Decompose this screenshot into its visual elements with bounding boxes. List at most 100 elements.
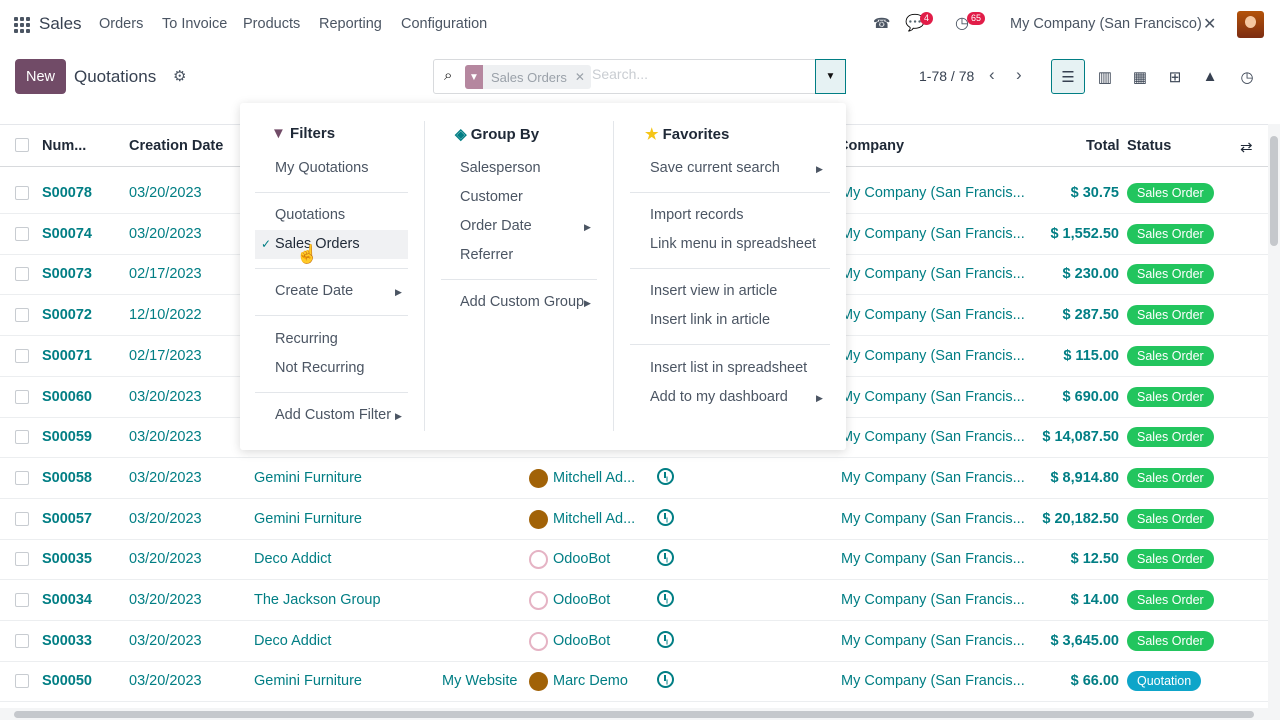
customer-name: Gemini Furniture [254,673,362,690]
group-by-customer[interactable]: Customer [460,189,523,205]
row-checkbox[interactable] [15,267,29,282]
row-checkbox[interactable] [15,186,29,200]
gear-icon[interactable]: ⚙ [173,67,186,85]
insert-link-in-article[interactable]: Insert link in article [650,312,770,328]
calendar-view-icon[interactable]: ▦ [1123,59,1157,94]
previous-page-icon[interactable]: ‹ [989,65,995,85]
phone-icon[interactable]: ☎ [873,15,890,32]
menu-products[interactable]: Products [243,16,300,32]
scrollbar-thumb[interactable] [14,711,1254,718]
new-button[interactable]: New [15,59,66,94]
pager-value[interactable]: 1-78 / 78 [919,68,974,84]
order-number[interactable]: S00078 [42,185,92,201]
status-badge: Sales Order [1127,630,1214,651]
company-name: My Company (San Francis... [841,388,1025,405]
row-checkbox[interactable] [15,552,29,567]
order-number[interactable]: S00050 [42,673,92,689]
group-by-salesperson[interactable]: Salesperson [460,160,541,176]
activity-clock-icon[interactable] [657,671,674,689]
table-row[interactable]: S00034 03/20/2023 The Jackson Group OdooBot… [0,580,1268,621]
apps-grid-icon[interactable] [14,17,30,33]
row-checkbox[interactable] [15,593,29,607]
order-number[interactable]: S00074 [42,226,92,242]
user-avatar[interactable] [1237,11,1264,38]
row-checkbox[interactable] [15,633,29,648]
menu-orders[interactable]: Orders [99,16,143,32]
order-number[interactable]: S00035 [42,551,92,567]
row-checkbox[interactable] [15,430,29,445]
select-all-checkbox[interactable] [15,138,29,152]
order-number[interactable]: S00059 [42,429,92,445]
column-creation-date[interactable]: Creation Date [129,138,223,154]
status-badge: Sales Order [1127,590,1214,610]
activity-clock-icon[interactable] [657,508,674,526]
group-by-order-date[interactable]: Order Date [460,218,532,234]
activity-clock-icon[interactable] [657,590,674,607]
pivot-view-icon[interactable]: ⊞ [1158,59,1192,94]
order-number[interactable]: S00057 [42,511,92,527]
next-page-icon[interactable]: › [1016,65,1022,85]
row-checkbox[interactable] [15,226,29,241]
optional-columns-icon[interactable]: ⇄ [1240,138,1253,156]
toggle-search-panel-button[interactable]: ▼ [815,59,846,94]
vertical-scrollbar[interactable] [1268,124,1280,708]
table-row[interactable]: S00050 03/20/2023 Gemini Furniture My Websi… [0,661,1268,703]
insert-view-in-article[interactable]: Insert view in article [650,283,777,299]
add-to-my-dashboard[interactable]: Add to my dashboard [650,389,788,405]
table-row[interactable]: S00057 03/20/2023 Gemini Furniture Mitchell… [0,499,1268,540]
table-row[interactable]: S00035 03/20/2023 Deco Addict OdooBot My Com… [0,539,1268,581]
order-number[interactable]: S00034 [42,592,92,608]
link-menu-in-spreadsheet[interactable]: Link menu in spreadsheet [650,236,816,252]
menu-configuration[interactable]: Configuration [401,16,487,32]
app-name[interactable]: Sales [39,14,82,34]
order-total: $ 1,552.50 [1050,225,1119,242]
group-by-referrer[interactable]: Referrer [460,247,513,263]
kanban-view-icon[interactable]: ▥ [1088,59,1122,94]
row-checkbox[interactable] [15,470,29,485]
filter-not-recurring[interactable]: Not Recurring [275,360,364,376]
column-company[interactable]: Company [838,138,904,154]
row-checkbox[interactable] [15,674,29,689]
activity-clock-icon[interactable] [657,630,674,648]
order-number[interactable]: S00073 [42,266,92,282]
menu-to-invoice[interactable]: To Invoice [162,16,227,32]
table-row[interactable]: S00058 03/20/2023 Gemini Furniture Mitchell… [0,458,1268,499]
column-status[interactable]: Status [1127,138,1171,154]
insert-list-in-spreadsheet[interactable]: Insert list in spreadsheet [650,360,807,376]
creation-date: 03/20/2023 [129,632,202,649]
scrollbar-thumb[interactable] [1270,136,1278,246]
column-number[interactable]: Num... [42,138,86,154]
order-number[interactable]: S00058 [42,470,92,486]
column-total[interactable]: Total [1086,138,1120,154]
order-number[interactable]: S00033 [42,633,92,649]
company-switcher[interactable]: My Company (San Francisco) [1010,16,1202,32]
horizontal-scrollbar[interactable] [0,708,1280,720]
order-number[interactable]: S00071 [42,348,92,364]
remove-facet-icon[interactable]: ✕ [575,70,591,84]
add-custom-group[interactable]: Add Custom Group [460,294,584,310]
filter-my-quotations[interactable]: My Quotations [275,160,369,176]
row-checkbox[interactable] [15,308,29,323]
order-number[interactable]: S00072 [42,307,92,323]
divider [255,392,408,393]
activity-clock-icon[interactable] [657,467,674,485]
order-number[interactable]: S00060 [42,389,92,405]
filter-quotations[interactable]: Quotations [275,207,345,223]
filter-recurring[interactable]: Recurring [275,331,338,347]
activity-clock-icon[interactable] [657,549,674,567]
search-input[interactable]: Search... [592,66,648,82]
graph-view-icon[interactable]: ▲ [1193,59,1227,94]
save-current-search[interactable]: Save current search [650,160,780,176]
list-view-icon[interactable]: ☰ [1051,59,1085,94]
filter-create-date[interactable]: Create Date [275,283,353,299]
add-custom-filter[interactable]: Add Custom Filter [275,407,391,423]
debug-tools-icon[interactable]: ✕ [1203,14,1216,34]
row-checkbox[interactable] [15,389,29,404]
row-checkbox[interactable] [15,348,29,363]
menu-reporting[interactable]: Reporting [319,16,382,32]
table-row[interactable]: S00033 03/20/2023 Deco Addict OdooBot My Com… [0,621,1268,662]
row-checkbox[interactable] [15,511,29,526]
activity-view-icon[interactable]: ◷ [1230,59,1264,94]
import-records[interactable]: Import records [650,207,743,223]
order-total: $ 287.50 [1062,307,1119,324]
